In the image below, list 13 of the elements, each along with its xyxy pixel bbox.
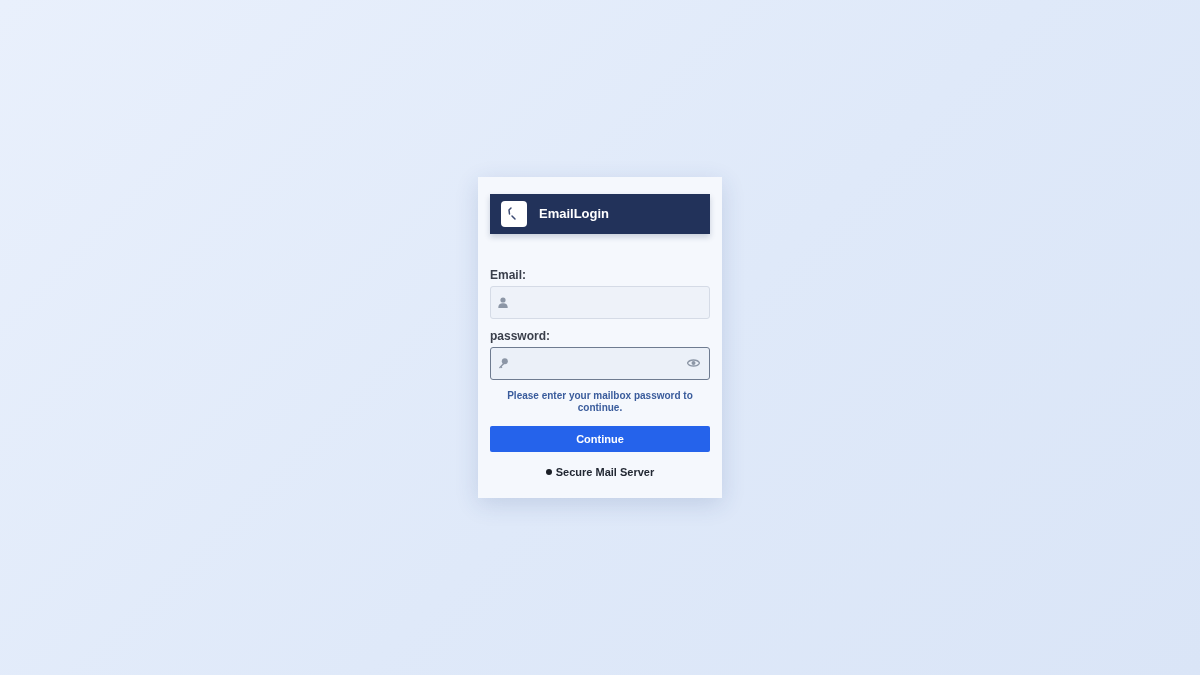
user-icon — [498, 296, 508, 308]
email-field[interactable] — [490, 285, 710, 319]
app-title: EmailLogin — [539, 205, 610, 223]
logo-icon — [501, 200, 527, 227]
status-dot-icon — [545, 469, 552, 475]
continue-button[interactable]: Continue — [490, 425, 710, 452]
field-label: Email: — [490, 266, 527, 284]
field-label: password: — [490, 327, 551, 345]
instruction-text: Please enter your mailbox password to continue. — [506, 389, 694, 414]
key-icon — [498, 357, 508, 369]
footer-text: Secure Mail Server — [555, 464, 655, 480]
eye-icon[interactable] — [687, 358, 700, 369]
password-field[interactable] — [490, 346, 710, 380]
